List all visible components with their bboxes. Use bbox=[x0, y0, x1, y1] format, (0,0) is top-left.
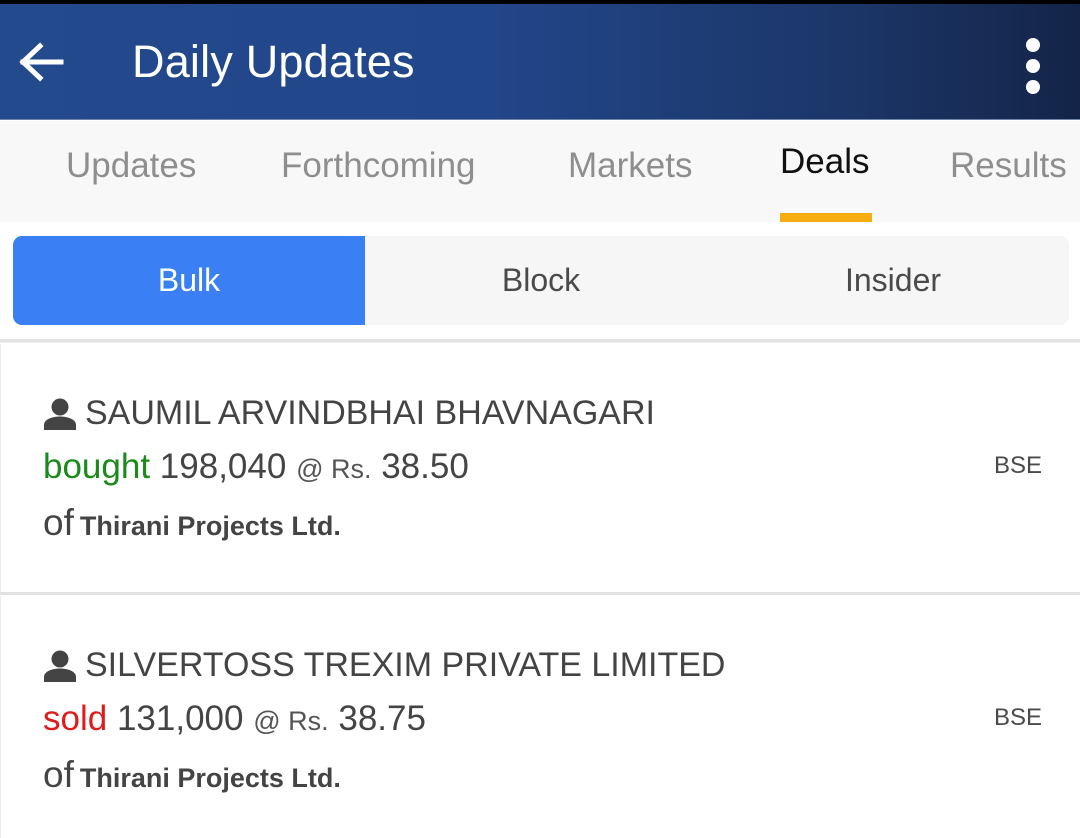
person-icon bbox=[44, 650, 76, 682]
more-vertical-icon bbox=[1026, 38, 1040, 52]
segment-bulk[interactable]: Bulk bbox=[13, 236, 365, 325]
page-title: Daily Updates bbox=[132, 36, 415, 87]
party-name: SILVERTOSS TREXIM PRIVATE LIMITED bbox=[85, 646, 726, 684]
company-name: Thirani Projects Ltd. bbox=[79, 511, 341, 541]
tab-label: Markets bbox=[568, 146, 693, 185]
price-prefix: @ Rs. bbox=[296, 454, 372, 484]
deal-action: bought bbox=[43, 447, 151, 486]
deal-price: 38.75 bbox=[338, 699, 426, 738]
exchange-label: BSE bbox=[994, 704, 1043, 731]
tab-label: Updates bbox=[66, 146, 197, 185]
trade-details: bought 198,040 @ Rs. 38.50 bbox=[43, 447, 469, 487]
more-options-button[interactable] bbox=[1010, 34, 1056, 98]
of-label: of bbox=[43, 502, 74, 543]
segment-insider[interactable]: Insider bbox=[717, 236, 1069, 325]
list-divider bbox=[0, 339, 1080, 343]
app-bar: Daily Updates bbox=[0, 4, 1080, 120]
company-row: of Thirani Projects Ltd. bbox=[43, 502, 341, 544]
category-tabs: Updates Forthcoming Markets Deals Result… bbox=[0, 121, 1080, 222]
deal-list-item[interactable]: SILVERTOSS TREXIM PRIVATE LIMITED sold 1… bbox=[0, 596, 1080, 838]
deal-quantity: 131,000 bbox=[116, 699, 244, 738]
trade-details: sold 131,000 @ Rs. 38.75 bbox=[43, 699, 426, 739]
person-icon bbox=[44, 398, 76, 430]
party-row: SILVERTOSS TREXIM PRIVATE LIMITED bbox=[43, 646, 726, 685]
party-name: SAUMIL ARVINDBHAI BHAVNAGARI bbox=[85, 394, 655, 432]
tab-label: Results bbox=[950, 146, 1067, 185]
segment-block[interactable]: Block bbox=[365, 236, 717, 325]
active-tab-indicator bbox=[780, 213, 872, 222]
deal-price: 38.50 bbox=[381, 447, 469, 486]
deal-action: sold bbox=[43, 699, 108, 738]
exchange-label: BSE bbox=[994, 452, 1043, 479]
deal-list-item[interactable]: SAUMIL ARVINDBHAI BHAVNAGARI bought 198,… bbox=[0, 344, 1080, 592]
company-row: of Thirani Projects Ltd. bbox=[43, 754, 341, 796]
tab-label: Forthcoming bbox=[281, 146, 476, 185]
more-vertical-icon-dot bbox=[1026, 80, 1040, 94]
party-row: SAUMIL ARVINDBHAI BHAVNAGARI bbox=[43, 394, 655, 433]
of-label: of bbox=[43, 754, 74, 795]
arrow-left-icon bbox=[19, 42, 64, 82]
deal-type-segmented-control: Bulk Block Insider bbox=[13, 236, 1069, 325]
tab-label: Deals bbox=[780, 142, 870, 181]
list-divider bbox=[0, 592, 1080, 595]
back-button[interactable] bbox=[14, 32, 70, 92]
company-name: Thirani Projects Ltd. bbox=[79, 763, 341, 793]
price-prefix: @ Rs. bbox=[253, 706, 329, 736]
deal-quantity: 198,040 bbox=[159, 447, 287, 486]
more-vertical-icon-dot bbox=[1026, 59, 1040, 73]
